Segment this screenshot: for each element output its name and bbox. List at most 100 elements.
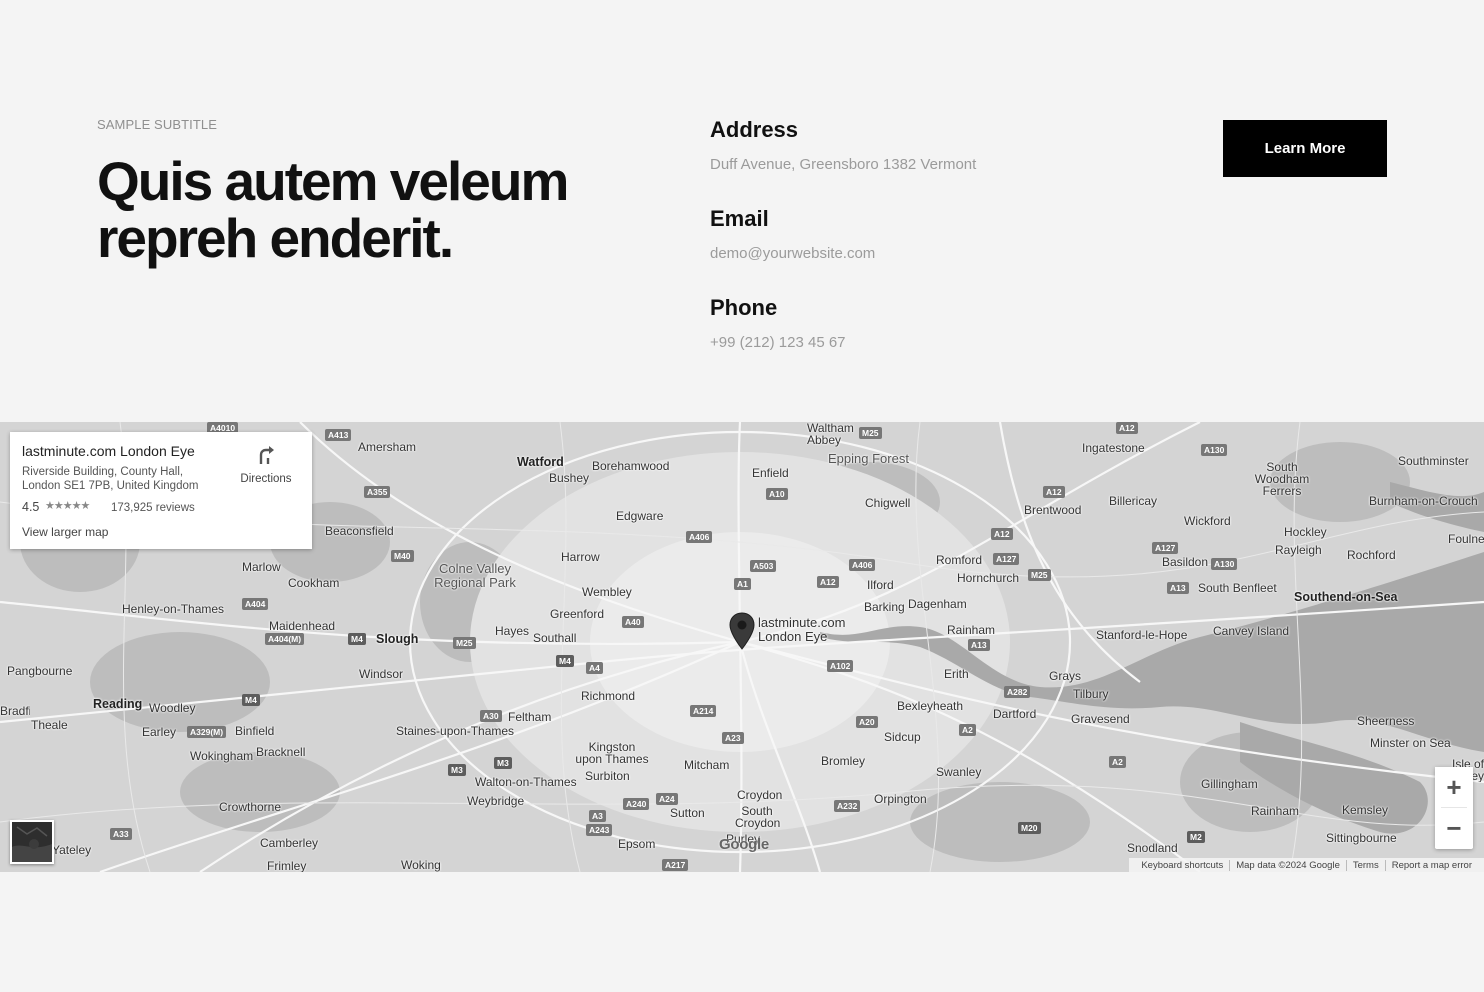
map-place-label: South Woodham Ferrers [1254, 460, 1310, 498]
google-logo: Google [719, 836, 769, 853]
phone-block: Phone +99 (212) 123 45 67 [710, 295, 846, 352]
map-place-label: Ilford [867, 578, 894, 592]
map-place-label: Yateley [52, 843, 92, 857]
map-place-label: Maidenhead [269, 619, 336, 633]
place-info-card: lastminute.com London Eye Riverside Buil… [10, 432, 312, 549]
road-shield: M4 [242, 694, 260, 706]
road-shield: A240 [623, 798, 650, 810]
road-shield: A413 [325, 429, 352, 441]
pin-label[interactable]: lastminute.com London Eye [758, 616, 845, 644]
learn-more-button[interactable]: Learn More [1223, 120, 1387, 177]
road-shield: A217 [662, 859, 689, 871]
report-error-link[interactable]: Report a map error [1386, 860, 1478, 871]
road-shield: A20 [856, 716, 878, 728]
map-place-label: Chigwell [865, 496, 911, 510]
map-place-label: Erith [944, 667, 969, 681]
embedded-map[interactable]: Amersham Watford Borehamwood Enfield Wal… [0, 422, 1484, 872]
road-shield: M40 [391, 550, 414, 562]
road-shield: A406 [849, 559, 876, 571]
map-place-label: Theale [31, 718, 68, 732]
map-place-label: Rochford [1347, 548, 1396, 562]
map-place-label: Richmond [581, 689, 636, 703]
location-pin-icon[interactable] [729, 612, 755, 650]
map-place-label: Wickford [1184, 514, 1231, 528]
map-place-label: Sidcup [884, 730, 921, 744]
directions-icon [259, 446, 274, 464]
zoom-out-button[interactable]: − [1435, 808, 1473, 848]
map-place-label: Enfield [752, 466, 789, 480]
map-place-label: Tilbury [1073, 687, 1109, 701]
place-title: lastminute.com London Eye [22, 443, 195, 459]
road-shield: A355 [364, 486, 391, 498]
map-place-label: Bushey [549, 471, 590, 485]
road-shield: A406 [686, 531, 713, 543]
road-shield: A12 [991, 528, 1013, 540]
address-label: Address [710, 117, 799, 142]
map-place-label: Walton-on-Thames [475, 775, 577, 789]
road-shield: A329(M) [187, 726, 227, 738]
map-place-label: Surbiton [585, 769, 630, 783]
map-place-label: Stanford-le-Hope [1096, 628, 1188, 642]
road-shield: A13 [1167, 582, 1189, 594]
map-place-label: Frimley [267, 859, 307, 872]
map-attribution: Keyboard shortcuts Map data ©2024 Google… [1129, 858, 1484, 872]
map-place-label: Barking [864, 600, 905, 614]
map-place-label: Woking [401, 858, 441, 872]
map-place-label: Rainham [1251, 804, 1300, 818]
map-place-label: Swanley [936, 765, 982, 779]
directions-label: Directions [240, 473, 292, 485]
keyboard-shortcuts-link[interactable]: Keyboard shortcuts [1135, 859, 1231, 871]
map-place-label: Kingston upon Thames [575, 740, 649, 766]
map-place-label: Ingatestone [1082, 441, 1145, 455]
email-block: Email demo@yourwebsite.com [710, 206, 875, 263]
map-place-label: Slough [376, 632, 419, 646]
pin-label-line2: London Eye [758, 629, 828, 644]
section-heading: Quis autem veleum repreh enderit. [97, 150, 569, 269]
map-place-label: Snodland [1127, 841, 1178, 855]
map-place-label: Marlow [242, 560, 281, 574]
satellite-thumbnail-icon [12, 822, 52, 862]
map-place-label: Billericay [1109, 494, 1158, 508]
address-value: Duff Avenue, Greensboro 1382 Vermont [710, 156, 977, 173]
map-place-label: Epping Forest [828, 451, 909, 466]
road-shield: A33 [110, 828, 132, 840]
map-place-label: Pangbourne [7, 664, 73, 678]
map-place-label: Rainham [947, 623, 996, 637]
map-type-thumbnail[interactable] [10, 820, 54, 864]
map-place-label: Bexleyheath [897, 699, 964, 713]
directions-button[interactable]: Directions [238, 444, 294, 485]
road-shield: A214 [690, 705, 717, 717]
road-shield: A13 [968, 639, 990, 651]
zoom-in-button[interactable]: + [1435, 767, 1473, 807]
road-shield: A127 [993, 553, 1020, 565]
map-place-label: Henley-on-Thames [122, 602, 225, 616]
road-shield: A12 [817, 576, 839, 588]
map-place-label: Hayes [495, 624, 530, 638]
map-place-label: Southall [533, 631, 577, 645]
map-place-label: South Benfleet [1198, 581, 1277, 595]
terms-link[interactable]: Terms [1347, 859, 1386, 871]
pin-label-line1: lastminute.com [758, 615, 846, 630]
map-place-label: Burnham-on-Crouch [1369, 494, 1478, 508]
map-place-label: Waltham Abbey [807, 422, 854, 447]
map-place-label: Weybridge [467, 794, 525, 808]
section-subtitle: SAMPLE SUBTITLE [97, 117, 217, 132]
reviews-link[interactable]: 173,925 reviews [111, 502, 195, 514]
map-place-label: Woodley [149, 701, 196, 715]
email-label: Email [710, 206, 769, 231]
view-larger-map-link[interactable]: View larger map [22, 525, 108, 539]
map-place-label: Romford [936, 553, 983, 567]
map-place-label: Camberley [260, 836, 319, 850]
map-place-label: Hockley [1284, 525, 1327, 539]
map-place-label: Gravesend [1071, 712, 1130, 726]
map-place-label: Sutton [670, 806, 705, 820]
map-place-label: Canvey Island [1213, 624, 1290, 638]
map-place-label: Rayleigh [1275, 543, 1322, 557]
map-place-label: Harrow [561, 550, 600, 564]
map-place-label: Grays [1049, 669, 1082, 683]
map-place-label: Binfield [235, 724, 275, 738]
road-shield: A3 [589, 810, 606, 822]
road-shield: M25 [453, 637, 476, 649]
map-place-label: Sheerness [1357, 714, 1415, 728]
map-place-label: Kemsley [1342, 803, 1389, 817]
